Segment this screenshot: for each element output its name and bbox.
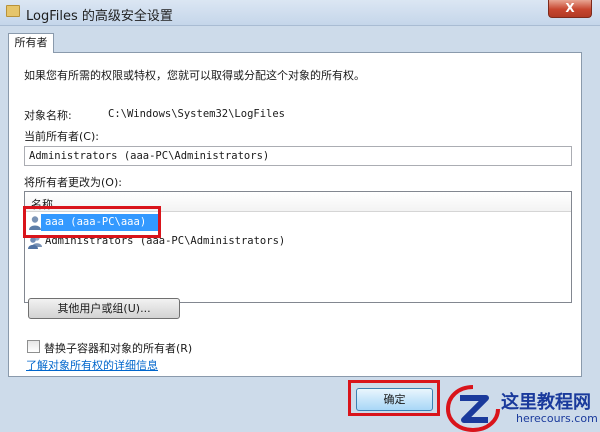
intro-text: 如果您有所需的权限或特权，您就可以取得或分配这个对象的所有权。: [24, 69, 365, 82]
other-users-button[interactable]: 其他用户或组(U)...: [28, 298, 180, 319]
learn-more-link[interactable]: 了解对象所有权的详细信息: [26, 357, 158, 373]
close-button[interactable]: X: [548, 0, 592, 18]
folder-icon: [6, 5, 20, 17]
window-title: LogFiles 的高级安全设置: [26, 9, 173, 24]
change-owner-label: 将所有者更改为(O):: [24, 176, 122, 189]
z-logo-icon: [446, 385, 500, 432]
current-owner-field[interactable]: Administrators (aaa-PC\Administrators): [24, 146, 572, 166]
watermark-url: herecours.com: [516, 412, 598, 425]
replace-owner-checkbox[interactable]: [27, 340, 40, 353]
object-name-value: C:\Windows\System32\LogFiles: [108, 108, 286, 120]
tab-owner[interactable]: 所有者: [8, 33, 54, 53]
current-owner-label: 当前所有者(C):: [24, 130, 99, 143]
object-name-label: 对象名称:: [24, 109, 72, 122]
highlight-box-user: [23, 206, 161, 238]
title-bar: LogFiles 的高级安全设置 X: [0, 0, 600, 26]
replace-owner-label[interactable]: 替换子容器和对象的所有者(R): [44, 340, 192, 356]
watermark-title: 这里教程网: [501, 392, 591, 413]
highlight-box-ok: [348, 380, 440, 416]
